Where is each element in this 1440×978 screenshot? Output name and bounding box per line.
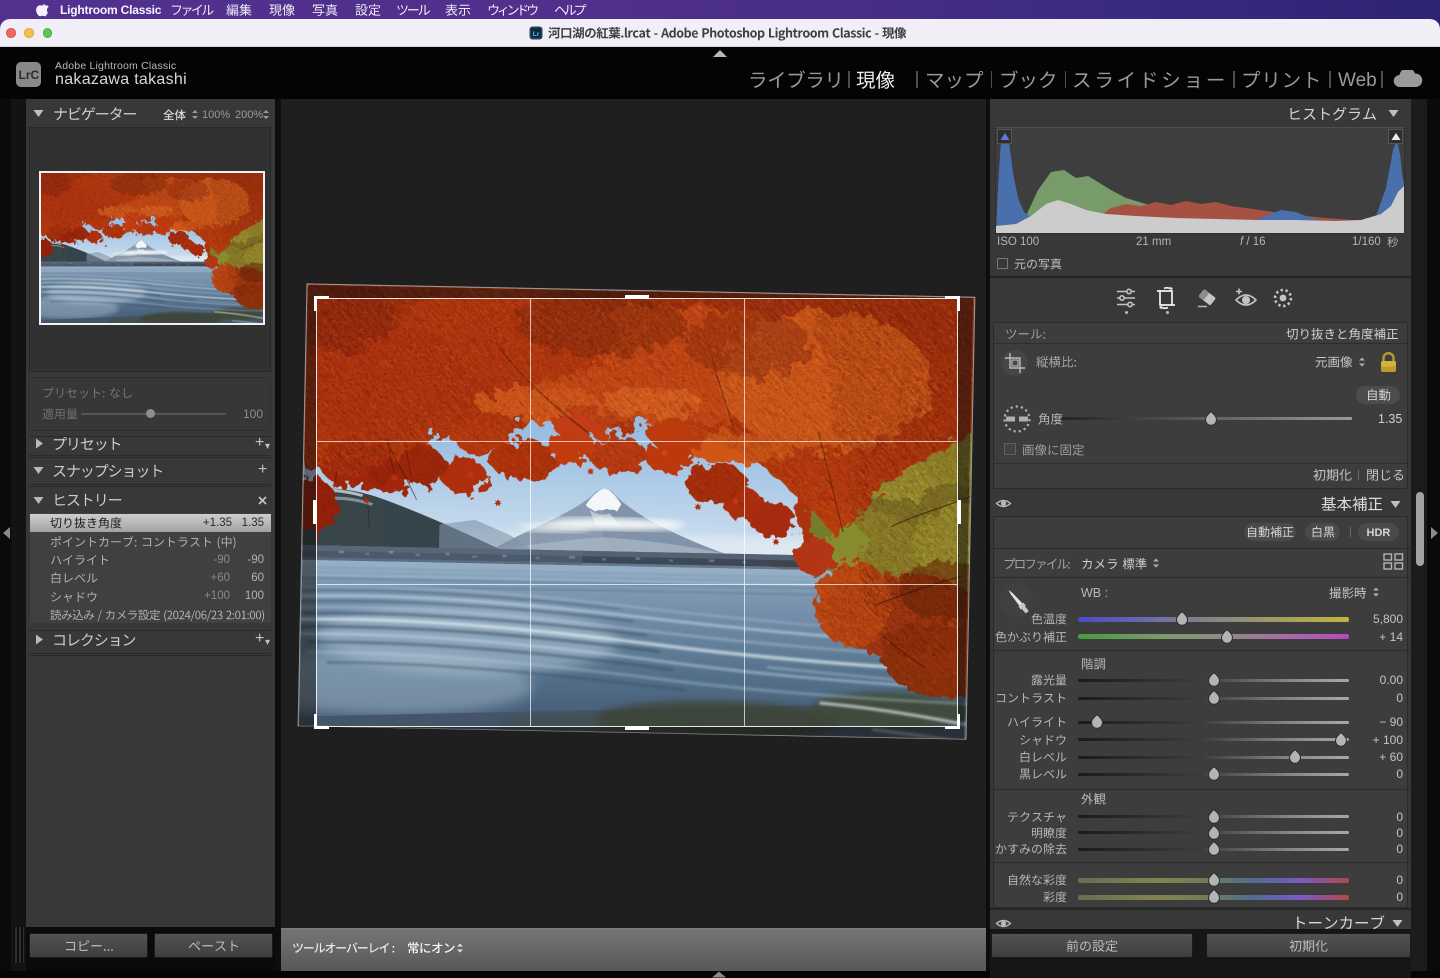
svg-text:Lr: Lr	[533, 31, 540, 38]
